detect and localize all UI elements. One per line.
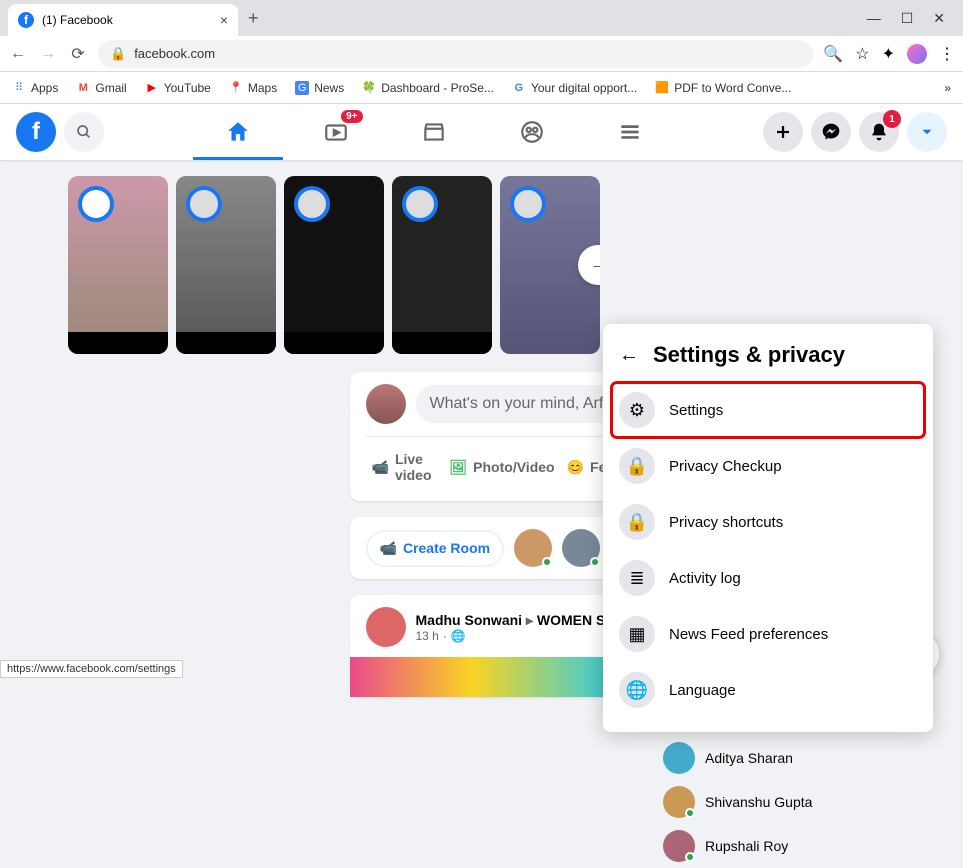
close-tab-icon[interactable]: × <box>220 12 228 28</box>
menu-item-settings[interactable]: ⚙ Settings <box>611 382 925 438</box>
create-button[interactable] <box>763 112 803 152</box>
photo-icon: 🖼 <box>449 459 467 476</box>
extensions-icon[interactable]: ✦ <box>882 44 895 64</box>
facebook-favicon: f <box>18 12 34 28</box>
smiley-icon: 😊 <box>567 459 584 476</box>
forward-icon[interactable]: → <box>38 45 58 63</box>
user-avatar[interactable] <box>366 384 406 424</box>
notifications-button[interactable]: 1 <box>859 112 899 152</box>
bookmark-dashboard[interactable]: 🍀Dashboard - ProSe... <box>362 81 494 95</box>
search-button[interactable] <box>64 112 104 152</box>
story-item[interactable] <box>284 176 384 354</box>
post-separator-icon: ▸ <box>526 612 533 628</box>
dropdown-title: Settings & privacy <box>653 342 845 368</box>
bookmark-youtube[interactable]: ▶YouTube <box>145 81 211 95</box>
lock-icon: 🔒 <box>619 448 655 484</box>
bookmark-pdf[interactable]: 🟧PDF to Word Conve... <box>655 81 791 95</box>
address-bar[interactable]: 🔒 facebook.com <box>98 40 813 68</box>
lock-icon: 🔒 <box>110 46 126 62</box>
new-tab-button[interactable]: + <box>248 8 259 29</box>
watch-icon <box>323 119 349 145</box>
facebook-logo[interactable]: f <box>16 112 56 152</box>
post-time: 13 h <box>416 629 439 643</box>
minimize-icon[interactable]: — <box>867 10 881 27</box>
tab-marketplace[interactable] <box>389 104 479 160</box>
settings-privacy-dropdown: ← Settings & privacy ⚙ Settings 🔒 Privac… <box>603 324 933 732</box>
story-item[interactable] <box>176 176 276 354</box>
story-item[interactable]: → <box>500 176 600 354</box>
groups-icon <box>519 119 545 145</box>
post-author-avatar[interactable] <box>366 607 406 647</box>
menu-item-news-feed-preferences[interactable]: ▦ News Feed preferences <box>611 606 925 662</box>
bookmark-digital[interactable]: GYour digital opport... <box>512 81 637 95</box>
titlebar: f (1) Facebook × + — ☐ ✕ <box>0 0 963 36</box>
tab-menu[interactable] <box>585 104 675 160</box>
gear-icon: ⚙ <box>619 392 655 428</box>
globe-icon: 🌐 <box>451 629 466 643</box>
facebook-header: f 9+ 1 <box>0 104 963 160</box>
marketplace-icon <box>421 119 447 145</box>
messenger-icon <box>821 122 841 142</box>
messenger-button[interactable] <box>811 112 851 152</box>
photo-video-button[interactable]: 🖼Photo/Video <box>443 445 560 489</box>
content-area: → What's on your mind, Arfa? 📹Live video… <box>0 160 963 697</box>
reload-icon[interactable]: ⟳ <box>68 44 88 64</box>
video-icon: 📹 <box>372 459 389 476</box>
bookmarks-overflow-icon[interactable]: » <box>944 81 951 95</box>
search-icon <box>76 124 92 140</box>
chevron-down-icon <box>918 123 936 141</box>
back-icon[interactable]: ← <box>8 45 28 63</box>
zoom-icon[interactable]: 🔍 <box>823 44 843 64</box>
tab-title: (1) Facebook <box>42 13 212 27</box>
menu-dots-icon[interactable]: ⋮ <box>939 44 955 64</box>
bookmark-star-icon[interactable]: ☆ <box>855 44 869 64</box>
contact-item[interactable]: Rupshali Roy <box>663 824 913 868</box>
post-author[interactable]: Madhu Sonwani <box>416 612 523 628</box>
menu-item-privacy-shortcuts[interactable]: 🔒 Privacy shortcuts <box>611 494 925 550</box>
contact-item[interactable]: Aditya Sharan <box>663 736 913 780</box>
room-contact-avatar[interactable] <box>562 529 600 567</box>
url-text: facebook.com <box>134 46 215 61</box>
camera-icon: 📹 <box>380 540 397 557</box>
live-video-button[interactable]: 📹Live video <box>366 445 444 489</box>
hamburger-icon <box>617 119 643 145</box>
watch-badge: 9+ <box>341 110 362 123</box>
browser-toolbar: ← → ⟳ 🔒 facebook.com 🔍 ☆ ✦ ⋮ <box>0 36 963 72</box>
story-item[interactable] <box>68 176 168 354</box>
plus-icon <box>774 123 792 141</box>
bookmark-gmail[interactable]: MGmail <box>76 81 126 95</box>
browser-chrome: f (1) Facebook × + — ☐ ✕ ← → ⟳ 🔒 faceboo… <box>0 0 963 104</box>
home-icon <box>225 119 251 145</box>
bookmark-apps[interactable]: ⠿Apps <box>12 81 58 95</box>
tab-home[interactable] <box>193 104 283 160</box>
story-item[interactable] <box>392 176 492 354</box>
bookmark-maps[interactable]: 📍Maps <box>229 81 277 95</box>
contact-item[interactable]: Shivanshu Gupta <box>663 780 913 824</box>
close-window-icon[interactable]: ✕ <box>933 10 945 27</box>
feed-icon: ▦ <box>619 616 655 652</box>
room-contact-avatar[interactable] <box>514 529 552 567</box>
back-arrow-icon[interactable]: ← <box>619 344 639 367</box>
status-bar-link: https://www.facebook.com/settings <box>0 660 183 678</box>
menu-item-activity-log[interactable]: ≣ Activity log <box>611 550 925 606</box>
list-icon: ≣ <box>619 560 655 596</box>
bookmark-news[interactable]: GNews <box>295 81 344 95</box>
lock-icon: 🔒 <box>619 504 655 540</box>
bookmarks-bar: ⠿Apps MGmail ▶YouTube 📍Maps GNews 🍀Dashb… <box>0 72 963 104</box>
menu-item-language[interactable]: 🌐 Language <box>611 662 925 718</box>
menu-item-privacy-checkup[interactable]: 🔒 Privacy Checkup <box>611 438 925 494</box>
browser-tab[interactable]: f (1) Facebook × <box>8 4 238 36</box>
tab-watch[interactable]: 9+ <box>291 104 381 160</box>
stories-next-button[interactable]: → <box>578 245 600 285</box>
create-room-button[interactable]: 📹Create Room <box>366 530 505 567</box>
account-button[interactable] <box>907 112 947 152</box>
globe-icon: 🌐 <box>619 672 655 708</box>
profile-avatar-icon[interactable] <box>907 44 927 64</box>
tab-groups[interactable] <box>487 104 577 160</box>
notification-badge: 1 <box>883 110 901 128</box>
maximize-icon[interactable]: ☐ <box>901 10 914 27</box>
